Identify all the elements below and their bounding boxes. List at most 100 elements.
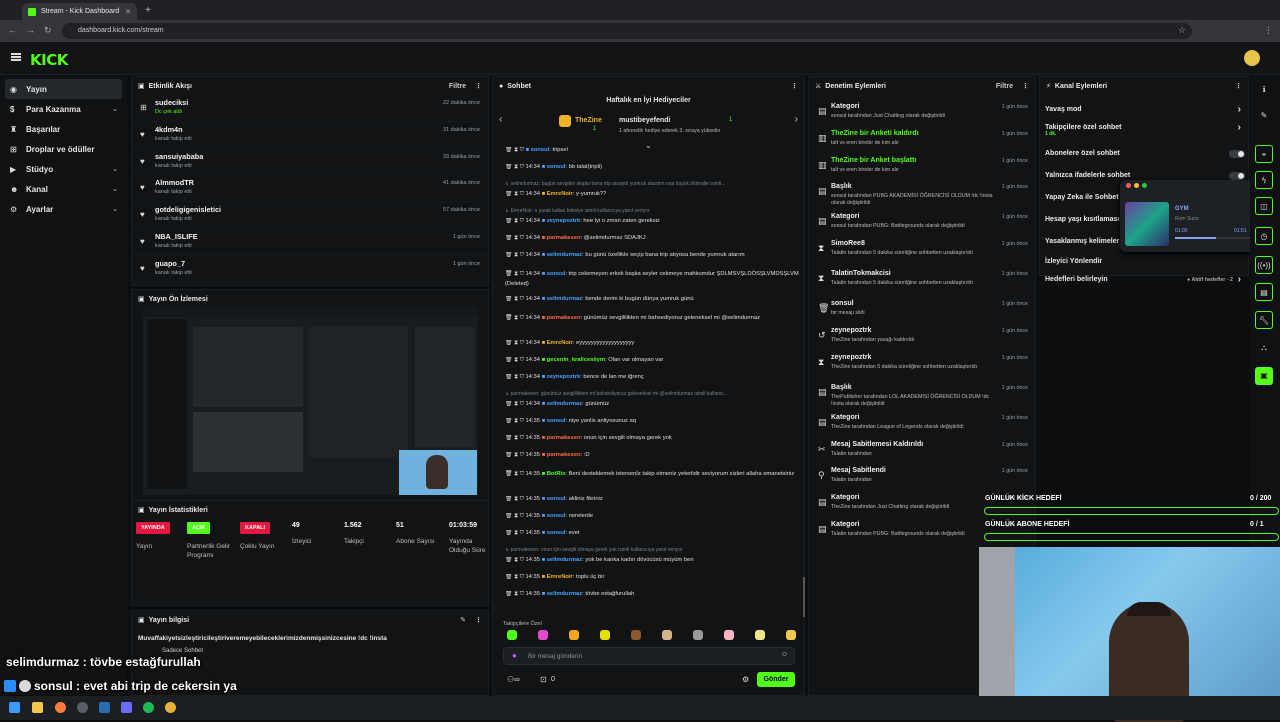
chevron-down-icon[interactable]: ⌄ (112, 185, 118, 193)
chevron-right-icon[interactable]: › (1238, 274, 1241, 285)
chevron-down-icon[interactable]: ⌄ (112, 105, 118, 113)
chat-username[interactable]: sonsul (547, 418, 566, 424)
chat-action-icons[interactable]: 🗑︎ ⧗ ⛉ (505, 591, 525, 597)
chat-action-icons[interactable]: 🗑︎ ⧗ ⛉ (505, 147, 525, 153)
toggle-switch[interactable] (1229, 172, 1245, 180)
chat-message[interactable]: 🗑︎ ⧗ ⛉ 14:34 ■ EmreNoir: eyyyyyyyyyyyyyy… (505, 340, 805, 347)
chat-message[interactable]: 🗑︎ ⧗ ⛉ 14:35 ■ sonsul: nerelerde (505, 513, 805, 520)
moderation-item[interactable]: ⚲ Mesaj Sabitlendi Talatin tarafından 1 gün… (818, 467, 1033, 493)
chat-action-icons[interactable]: 🗑︎ ⧗ ⛉ (505, 401, 525, 407)
discord-icon[interactable] (121, 702, 132, 713)
chat-message[interactable]: 🗑︎ ⧗ ⛉ 14:35 ■ BotRix: Beni desteklemek … (505, 469, 805, 479)
channel-actions-menu-icon[interactable]: ⋮ (1235, 82, 1242, 90)
activity-filter-button[interactable]: Filtre (449, 83, 466, 90)
moderation-item[interactable]: ▥ TheZine bir Anket başlattı talt vs eren … (818, 157, 1033, 183)
windows-start-icon[interactable] (9, 702, 20, 713)
chat-message[interactable]: 🗑︎ ⧗ ⛉ 14:35 ■ selimdurmaz: tövbe estağf… (505, 591, 805, 598)
channel-action-8[interactable]: Hedefleri belirleyin ● Aktif hedefler - 2… (1045, 274, 1245, 288)
activity-username[interactable]: guapo_7 (155, 256, 488, 268)
moderation-item[interactable]: ⧗ TalatinTokmakcisi Talatin tarafından 5 d… (818, 270, 1033, 296)
moderation-item[interactable]: ▤ Başlık sonsul tarafından PUBG AKADEMİSİ … (818, 183, 1033, 209)
edit-info-icon[interactable]: ✎ (460, 616, 466, 624)
moderation-item[interactable]: ⧗ SimoRee8 Talatin tarafından 5 dakika sür… (818, 240, 1033, 266)
toggle-switch[interactable] (1229, 150, 1245, 158)
chat-action-icons[interactable]: 🗑︎ ⧗ ⛉ (505, 530, 525, 536)
activity-username[interactable]: sudeciksi (155, 95, 488, 107)
chat-message[interactable]: 🗑︎ ⧗ ⛉ 14:35 ■ selimdurmaz: yok be kanka… (505, 557, 805, 564)
obs-icon[interactable] (77, 702, 88, 713)
chat-message[interactable]: 🗑︎ ⧗ ⛉ 14:34 ■ EmreNoir: y-yumruk?? (505, 191, 805, 198)
chat-action-icons[interactable]: 🗑︎ ⧗ ⛉ (505, 252, 525, 258)
chat-action-icons[interactable]: 🗑︎ ⧗ ⛉ (505, 471, 525, 477)
moderation-item[interactable]: ▤ Kategori sonsul tarafından Just Chatting… (818, 103, 1033, 129)
activity-item[interactable]: ⊞ sudeciksi Dc çek aldı 22 dakika önce (132, 95, 488, 122)
activity-item[interactable]: ♥ gotdeligigenisletici kanalı takip etti 57… (132, 202, 488, 229)
chat-message[interactable]: 🗑︎ ⧗ ⛉ 14:35 ■ sonsul: evet (505, 530, 805, 537)
forward-icon[interactable]: → (26, 25, 35, 35)
chat-username[interactable]: selimdurmaz (547, 296, 582, 302)
chat-action-icons[interactable]: 🗑︎ ⧗ ⛉ (505, 452, 525, 458)
chevron-down-icon[interactable]: ⌄ (112, 205, 118, 213)
sidebar-item-5[interactable]: ☻ Kanal ⌄ (0, 179, 127, 199)
file-explorer-icon[interactable] (32, 702, 43, 713)
rail-wrench-icon[interactable]: 🔧︎ (1255, 311, 1273, 329)
chat-action-icons[interactable]: 🗑︎ ⧗ ⛉ (505, 218, 525, 224)
rail-add-icon[interactable]: ▣ (1255, 367, 1273, 385)
chevron-down-icon[interactable]: ⌄ (112, 165, 118, 173)
moderation-item[interactable]: 🗑︎ sonsul bir mesajı sildi 1 gün önce (818, 300, 1033, 326)
chrome-icon[interactable] (165, 702, 176, 713)
rail-target-icon[interactable]: ⌖ (1255, 145, 1273, 163)
moderation-item[interactable]: ▤ Kategori sonsul tarafından PUBG: Battleg… (818, 213, 1033, 239)
chat-action-icons[interactable]: 🗑︎ ⧗ ⛉ (505, 513, 525, 519)
chat-message[interactable]: 🗑︎ ⧗ ⛉ 14:34 ■ selimdurmaz: bu günü özel… (505, 252, 805, 259)
chat-message[interactable]: 🗑︎ ⧗ ⛉ 14:34 ■ parmakesen: @selimdurmaz … (505, 235, 805, 242)
chat-message[interactable]: ↳ EmreNoir: o yarak kafasi bilesiye isim… (505, 208, 805, 214)
moderation-item[interactable]: ⧗ zeynepoztrk TheZine tarafından 5 dakika … (818, 354, 1033, 380)
emote-icon[interactable] (569, 630, 579, 640)
chat-action-icons[interactable]: 🗑︎ ⧗ ⛉ (505, 574, 525, 580)
activity-menu-icon[interactable]: ⋮ (475, 82, 482, 90)
chat-users-icon[interactable]: ⚇∞ (507, 675, 520, 684)
channel-action-1[interactable]: Takipçilere özel sohbet 1 dk. › (1045, 122, 1245, 137)
chat-message[interactable]: 🗑︎ ⧗ ⛉ 14:34 ■ sonsul: bb talat(tripli) (505, 164, 805, 171)
chat-action-icons[interactable]: 🗑︎ ⧗ ⛉ (505, 557, 525, 563)
chat-action-icons[interactable]: 🗑︎ ⧗ ⛉ (505, 191, 525, 197)
moderation-item[interactable]: ▤ Kategori TheZine tarafından League of Le… (818, 414, 1033, 440)
activity-item[interactable]: ♥ NBA_ISLIFE kanalı takip etti 1 gün önce (132, 229, 488, 256)
chat-message[interactable]: 🗑︎ ⧗ ⛉ 14:34 ■ parmakesen: günümüz sevgi… (505, 313, 805, 323)
chat-message[interactable]: 🗑︎ ⧗ ⛉ 14:34 ■ selimdurmaz: günümüz (505, 401, 805, 408)
track-progress[interactable] (1175, 237, 1250, 239)
chat-message[interactable]: ↳ parmakesen: onun için sevgili olmaya g… (505, 547, 805, 553)
chat-action-icons[interactable]: 🗑︎ ⧗ ⛉ (505, 235, 525, 241)
rail-edit-icon[interactable]: ✎ (1255, 107, 1273, 125)
minimize-dot-icon[interactable] (1134, 183, 1139, 188)
emote-icon[interactable] (631, 630, 641, 640)
tab-close-icon[interactable]: ✕ (125, 8, 131, 16)
chat-username[interactable]: EmreNoir (547, 574, 573, 580)
chevron-right-icon[interactable]: › (1238, 104, 1241, 115)
rail-info-icon[interactable]: ℹ (1255, 81, 1273, 99)
activity-item[interactable]: ♥ guapo_7 kanalı takip etti 1 gün önce (132, 256, 488, 283)
emote-icon[interactable] (600, 630, 610, 640)
chat-username[interactable]: sonsul (547, 164, 566, 170)
chat-username[interactable]: selimdurmaz (547, 401, 582, 407)
chat-settings-icon[interactable]: ⚙ (742, 675, 749, 684)
chat-username[interactable]: BotRix (547, 471, 566, 477)
chat-message[interactable]: 🗑︎ ⧗ ⛉ 14:34 ■ zeynepoztrk: bence de lan… (505, 374, 805, 381)
chat-username[interactable]: selimdurmaz (547, 591, 582, 597)
chat-username[interactable]: sonsul (547, 513, 566, 519)
gifter-2-name[interactable]: mustibeyefendi (619, 117, 670, 124)
bookmark-star-icon[interactable]: ☆ (1178, 25, 1186, 36)
rail-timer-icon[interactable]: ◷ (1255, 227, 1273, 245)
chat-username[interactable]: parmakesen (547, 315, 581, 321)
activity-username[interactable]: gotdeligigenisletici (155, 202, 488, 214)
chat-username[interactable]: zeynepoztrk (547, 218, 581, 224)
steam-icon[interactable] (99, 702, 110, 713)
channel-action-7[interactable]: İzleyici Yönlendir (1045, 258, 1245, 270)
chat-username[interactable]: selimdurmaz (547, 557, 582, 563)
chat-action-icons[interactable]: 🗑︎ ⧗ ⛉ (505, 496, 525, 502)
hamburger-menu-icon[interactable] (11, 53, 21, 61)
chat-message[interactable]: 🗑︎ ⧗ ⛉ ■ sonsul: tripsel (505, 147, 805, 154)
chat-username[interactable]: parmakesen (547, 435, 581, 441)
gifters-prev-icon[interactable]: ‹ (499, 114, 502, 125)
